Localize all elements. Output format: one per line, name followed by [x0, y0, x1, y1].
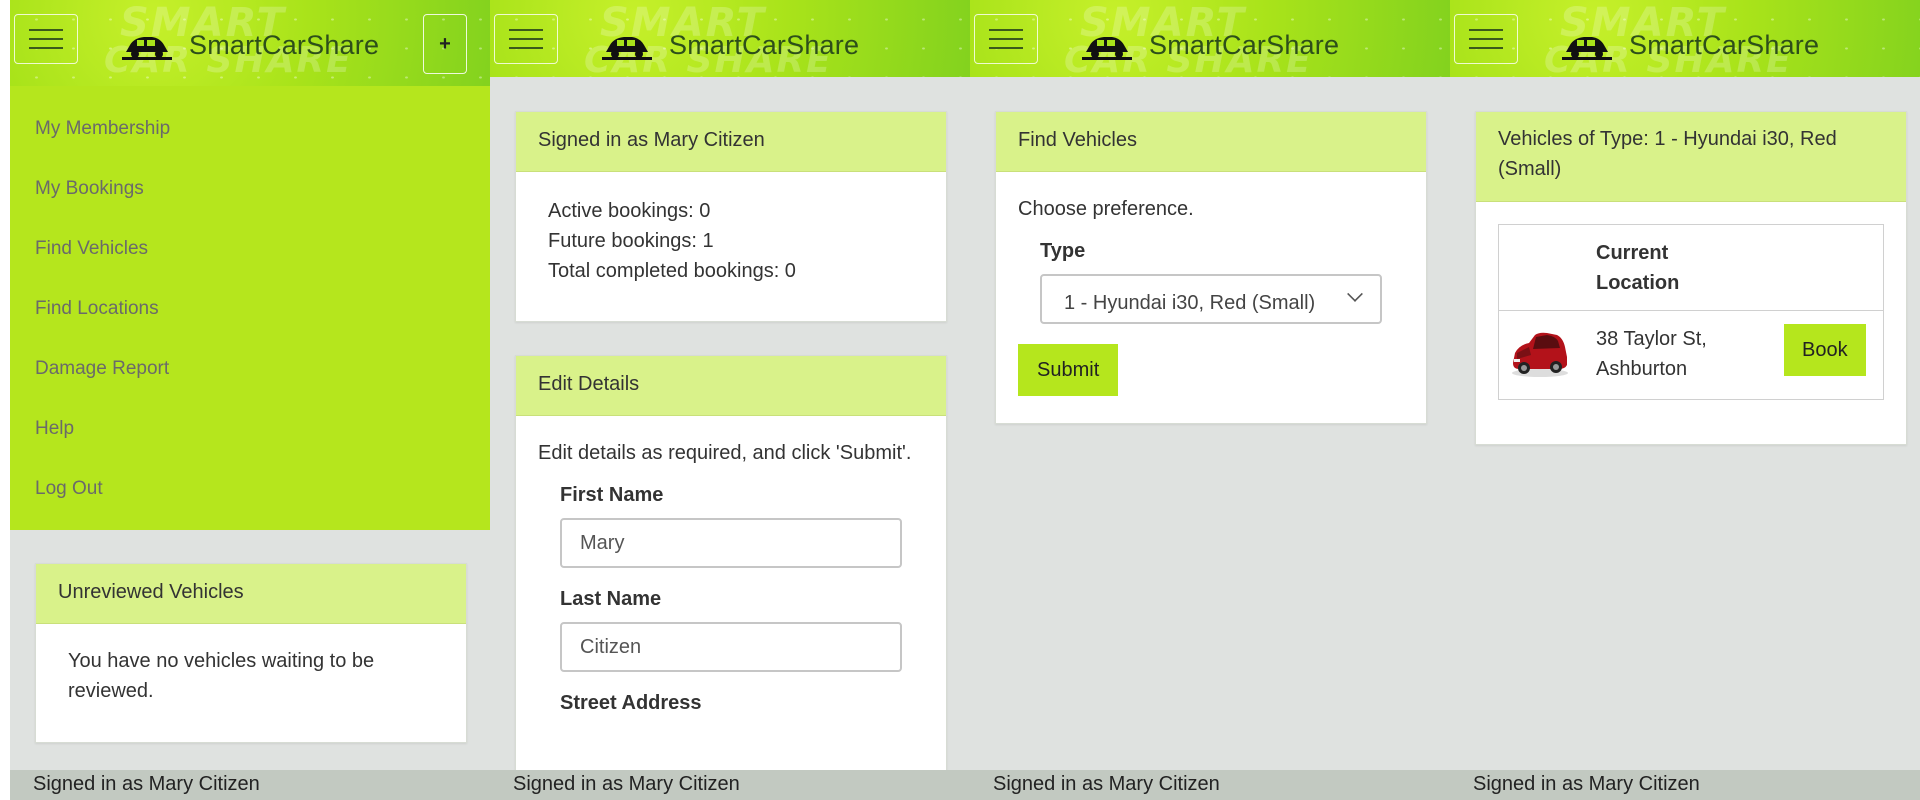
- first-name-label: First Name: [560, 484, 664, 506]
- selected-type: 1 - Hyundai i30, Red (Small): [1064, 292, 1316, 314]
- hamburger-icon: [989, 29, 1023, 31]
- side-menu: My Membership My Bookings Find Vehicles …: [10, 86, 490, 530]
- type-label: Type: [1040, 240, 1086, 262]
- brand[interactable]: SmartCarShare: [1082, 27, 1339, 63]
- street-address-label: Street Address: [560, 692, 702, 714]
- menu-toggle-button[interactable]: [1454, 14, 1518, 64]
- brand[interactable]: SmartCarShare: [1562, 27, 1819, 63]
- edit-intro: Edit details as required, and click 'Sub…: [538, 442, 912, 464]
- menu-toggle-button[interactable]: [494, 14, 558, 64]
- card-title: Edit Details: [516, 356, 946, 416]
- active-bookings: Active bookings: 0: [548, 200, 711, 222]
- find-vehicles-card: Find Vehicles Choose preference. Type 1 …: [995, 111, 1427, 424]
- app-header: SMART CAR SHARE SmartCarShare +: [10, 0, 490, 86]
- menu-item-damage-report[interactable]: Damage Report: [35, 358, 169, 380]
- app-header: SMART CAR SHARE SmartCarShare: [1450, 0, 1920, 77]
- menu-item-my-membership[interactable]: My Membership: [35, 118, 170, 140]
- footer-status: Signed in as Mary Citizen: [10, 770, 490, 800]
- footer-status: Signed in as Mary Citizen: [970, 770, 1450, 800]
- table-row: 38 Taylor St, Ashburton Book: [1499, 311, 1883, 399]
- brand-name: SmartCarShare: [189, 29, 380, 60]
- menu-item-help[interactable]: Help: [35, 418, 74, 440]
- hamburger-icon: [1469, 29, 1503, 31]
- card-body: Active bookings: 0 Future bookings: 1 To…: [516, 172, 946, 310]
- menu-item-my-bookings[interactable]: My Bookings: [35, 178, 144, 200]
- car-logo-icon: [1562, 37, 1612, 60]
- panel-vehicle-results: SMART CAR SHARE SmartCarShare Vehicles o…: [1450, 0, 1920, 800]
- card-title: Find Vehicles: [996, 112, 1426, 172]
- choose-preference-text: Choose preference.: [1018, 198, 1194, 220]
- app-header: SMART CAR SHARE SmartCarShare: [490, 0, 970, 77]
- car-logo-icon: [122, 37, 172, 60]
- panel-menu-open: SMART CAR SHARE SmartCarShare + My Membe…: [10, 0, 490, 800]
- completed-bookings: Total completed bookings: 0: [548, 260, 796, 282]
- brand[interactable]: SmartCarShare: [122, 27, 379, 63]
- menu-toggle-button[interactable]: [974, 14, 1038, 64]
- card-title: Vehicles of Type: 1 - Hyundai i30, Red (…: [1476, 112, 1906, 202]
- signed-in-card: Signed in as Mary Citizen Active booking…: [515, 111, 947, 322]
- menu-toggle-button[interactable]: [14, 14, 78, 64]
- menu-item-find-locations[interactable]: Find Locations: [35, 298, 159, 320]
- menu-item-find-vehicles[interactable]: Find Vehicles: [35, 238, 148, 260]
- vehicle-table: Current Location 38 Taylor St, Ashburton…: [1498, 224, 1884, 400]
- chevron-down-icon: [1347, 286, 1363, 302]
- edit-details-card: Edit Details Edit details as required, a…: [515, 355, 947, 800]
- card-body: Choose preference. Type 1 - Hyundai i30,…: [996, 172, 1426, 418]
- brand-name: SmartCarShare: [669, 29, 860, 60]
- submit-button[interactable]: Submit: [1018, 344, 1119, 396]
- first-name-field[interactable]: [560, 518, 902, 568]
- table-header-row: Current Location: [1499, 225, 1883, 311]
- card-title: Signed in as Mary Citizen: [516, 112, 946, 172]
- app-header: SMART CAR SHARE SmartCarShare: [970, 0, 1450, 77]
- footer-status: Signed in as Mary Citizen: [1450, 770, 1920, 800]
- hamburger-icon: [29, 29, 63, 31]
- book-button[interactable]: Book: [1784, 324, 1866, 376]
- brand-name: SmartCarShare: [1629, 29, 1820, 60]
- last-name-label: Last Name: [560, 588, 662, 610]
- footer-status: Signed in as Mary Citizen: [490, 770, 970, 800]
- menu-item-log-out[interactable]: Log Out: [35, 478, 103, 500]
- hamburger-icon: [509, 29, 543, 31]
- card-body: Edit details as required, and click 'Sub…: [516, 416, 946, 748]
- panel-dashboard: SMART CAR SHARE SmartCarShare Signed in …: [490, 0, 970, 800]
- car-logo-icon: [1082, 37, 1132, 60]
- last-name-field[interactable]: [560, 622, 902, 672]
- column-header-location: Current Location: [1596, 242, 1680, 294]
- card-title: Unreviewed Vehicles: [36, 564, 466, 624]
- brand-name: SmartCarShare: [1149, 29, 1340, 60]
- future-bookings: Future bookings: 1: [548, 230, 714, 252]
- vehicle-type-select[interactable]: 1 - Hyundai i30, Red (Small): [1040, 274, 1382, 324]
- car-logo-icon: [602, 37, 652, 60]
- card-body: You have no vehicles waiting to be revie…: [68, 650, 375, 702]
- vehicles-of-type-card: Vehicles of Type: 1 - Hyundai i30, Red (…: [1475, 111, 1907, 445]
- screenshot-stage: SMART CAR SHARE SmartCarShare + My Membe…: [0, 0, 1920, 800]
- vehicle-location: 38 Taylor St, Ashburton: [1596, 328, 1707, 380]
- brand[interactable]: SmartCarShare: [602, 27, 859, 63]
- panel-find-vehicles: SMART CAR SHARE SmartCarShare Find Vehic…: [970, 0, 1450, 800]
- red-car-icon: [1512, 332, 1568, 377]
- unreviewed-vehicles-card: Unreviewed Vehicles You have no vehicles…: [35, 563, 467, 743]
- plus-icon: +: [439, 32, 451, 55]
- add-button[interactable]: +: [423, 14, 467, 74]
